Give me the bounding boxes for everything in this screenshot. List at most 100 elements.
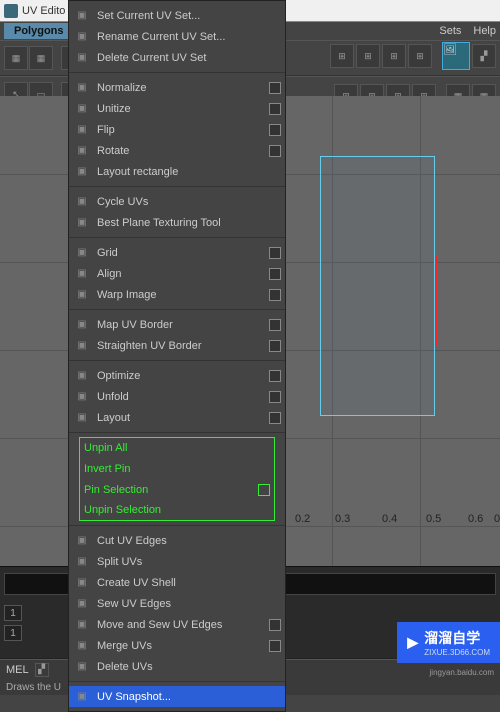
menu-item-rename-current-uv-set[interactable]: ▣Rename Current UV Set...	[69, 26, 285, 47]
menu-item-grid[interactable]: ▣Grid	[69, 242, 285, 263]
menu-item-icon: ▣	[73, 616, 91, 634]
tool-image-toggle-icon[interactable]: 🖼	[442, 42, 470, 70]
option-box-icon[interactable]	[269, 340, 281, 352]
option-box-icon[interactable]	[269, 103, 281, 115]
menu-item-pin-selection[interactable]: ▣Pin Selection	[79, 479, 275, 500]
menu-item-label: Move and Sew UV Edges	[97, 619, 263, 631]
menu-item-cut-uv-edges[interactable]: ▣ Cut UV Edges	[69, 530, 285, 551]
window-title: UV Edito	[22, 5, 65, 17]
menu-item-label: Sew UV Edges	[97, 598, 281, 610]
menu-item-icon: ▣	[73, 688, 91, 706]
option-box-icon[interactable]	[269, 145, 281, 157]
option-box-icon[interactable]	[269, 370, 281, 382]
menu-item-layout[interactable]: ▣Layout	[69, 407, 285, 428]
menu-item-icon: ▣	[73, 163, 91, 181]
menu-item-split-uvs[interactable]: ▣Split UVs	[69, 551, 285, 572]
context-menu[interactable]: ▣ Set Current UV Set... ▣Rename Current UV…	[68, 0, 286, 712]
menu-item-label: Cycle UVs	[97, 196, 281, 208]
tool-r3-icon[interactable]: ⊞	[382, 44, 406, 68]
menu-item-create-uv-shell[interactable]: ▣Create UV Shell	[69, 572, 285, 593]
option-box-icon[interactable]	[269, 247, 281, 259]
option-box-icon[interactable]	[269, 82, 281, 94]
menu-item-label: Cut UV Edges	[97, 535, 281, 547]
tool-grid2-icon[interactable]: ▦	[29, 46, 53, 70]
tool-checker-icon[interactable]: ▞	[472, 44, 496, 68]
menu-item-warp-image[interactable]: ▣Warp Image	[69, 284, 285, 305]
menu-item-label: Set Current UV Set...	[97, 10, 281, 22]
option-box-icon[interactable]	[258, 484, 270, 496]
menu-item-icon: ▣	[73, 388, 91, 406]
frame-box-2[interactable]: 1	[4, 625, 22, 641]
menu-item-delete-current-uv-set[interactable]: ▣Delete Current UV Set	[69, 47, 285, 68]
tool-grid-icon[interactable]: ▦	[4, 46, 28, 70]
menu-item-label: Unfold	[97, 391, 263, 403]
axis-label: 0.5	[426, 513, 441, 525]
menu-item-set-current-uv-set[interactable]: ▣ Set Current UV Set...	[69, 5, 285, 26]
menu-item-label: Straighten UV Border	[97, 340, 263, 352]
menu-item-label: Unpin Selection	[84, 504, 270, 516]
menu-item-best-plane-texturing-tool[interactable]: ▣Best Plane Texturing Tool	[69, 212, 285, 233]
watermark-footer: jingyan.baidu.com	[430, 668, 494, 677]
mel-label: MEL	[6, 664, 29, 676]
option-box-icon[interactable]	[269, 640, 281, 652]
option-box-icon[interactable]	[269, 319, 281, 331]
menu-item-normalize[interactable]: ▣ Normalize	[69, 77, 285, 98]
option-box-icon[interactable]	[269, 289, 281, 301]
option-box-icon[interactable]	[269, 391, 281, 403]
tab-polygons[interactable]: Polygons	[4, 23, 74, 39]
selected-edge[interactable]	[435, 256, 437, 346]
menu-item-icon: ▣	[73, 79, 91, 97]
tool-r1-icon[interactable]: ⊞	[330, 44, 354, 68]
option-box-icon[interactable]	[269, 412, 281, 424]
menu-item-label: Align	[97, 268, 263, 280]
menu-item-icon: ▣	[73, 193, 91, 211]
menu-item-move-and-sew-uv-edges[interactable]: ▣ Move and Sew UV Edges	[69, 614, 285, 635]
menu-item-merge-uvs[interactable]: ▣Merge UVs	[69, 635, 285, 656]
menu-item-icon: ▣	[73, 532, 91, 550]
menu-sets[interactable]: Sets	[439, 25, 461, 37]
menu-item-icon: ▣	[73, 367, 91, 385]
menu-item-unpin-selection[interactable]: ▣Unpin Selection	[79, 500, 275, 521]
axis-label: 0.4	[382, 513, 397, 525]
menu-item-label: Delete UVs	[97, 661, 281, 673]
axis-label: 0.7	[494, 513, 500, 525]
option-box-icon[interactable]	[269, 619, 281, 631]
menu-item-invert-pin[interactable]: ▣Invert Pin	[79, 458, 275, 479]
menu-item-align[interactable]: ▣Align	[69, 263, 285, 284]
menu-item-layout-rectangle[interactable]: ▣ Layout rectangle	[69, 161, 285, 182]
menu-item-cycle-uvs[interactable]: ▣ Cycle UVs	[69, 191, 285, 212]
menu-item-icon: ▣	[73, 7, 91, 25]
option-box-icon[interactable]	[269, 268, 281, 280]
menu-item-unpin-all[interactable]: ▣Unpin All	[79, 437, 275, 458]
menu-item-label: Map UV Border	[97, 319, 263, 331]
menu-item-icon: ▣	[73, 28, 91, 46]
uv-shell-rect[interactable]	[320, 156, 435, 416]
menu-item-flip[interactable]: ▣Flip	[69, 119, 285, 140]
menu-item-straighten-uv-border[interactable]: ▣ Straighten UV Border	[69, 335, 285, 356]
menu-item-label: Warp Image	[97, 289, 263, 301]
menu-item-icon: ▣	[73, 316, 91, 334]
menu-item-uv-snapshot[interactable]: ▣UV Snapshot...	[69, 686, 285, 707]
menu-item-sew-uv-edges[interactable]: ▣Sew UV Edges	[69, 593, 285, 614]
watermark-badge: ▶ 溜溜自学 ZIXUE.3D66.COM	[397, 622, 500, 663]
menu-item-rotate[interactable]: ▣Rotate	[69, 140, 285, 161]
frame-box[interactable]: 1	[4, 605, 22, 621]
menu-item-icon: ▣	[73, 409, 91, 427]
menu-help[interactable]: Help	[473, 25, 496, 37]
menu-item-optimize[interactable]: ▣ Optimize	[69, 365, 285, 386]
menu-item-icon: ▣	[73, 121, 91, 139]
menu-item-icon: ▣	[73, 142, 91, 160]
tool-r2-icon[interactable]: ⊞	[356, 44, 380, 68]
menu-item-delete-uvs[interactable]: ▣Delete UVs	[69, 656, 285, 677]
menu-item-label: Optimize	[97, 370, 263, 382]
menu-item-unitize[interactable]: ▣Unitize	[69, 98, 285, 119]
menu-item-unfold[interactable]: ▣ Unfold	[69, 386, 285, 407]
menu-item-label: Normalize	[97, 82, 263, 94]
menu-item-icon: ▣	[73, 337, 91, 355]
menu-item-label: Layout rectangle	[97, 166, 281, 178]
mel-icon[interactable]: ▞	[35, 663, 49, 677]
tool-r4-icon[interactable]: ⊞	[408, 44, 432, 68]
menu-item-label: Best Plane Texturing Tool	[97, 217, 281, 229]
menu-item-map-uv-border[interactable]: ▣ Map UV Border	[69, 314, 285, 335]
option-box-icon[interactable]	[269, 124, 281, 136]
